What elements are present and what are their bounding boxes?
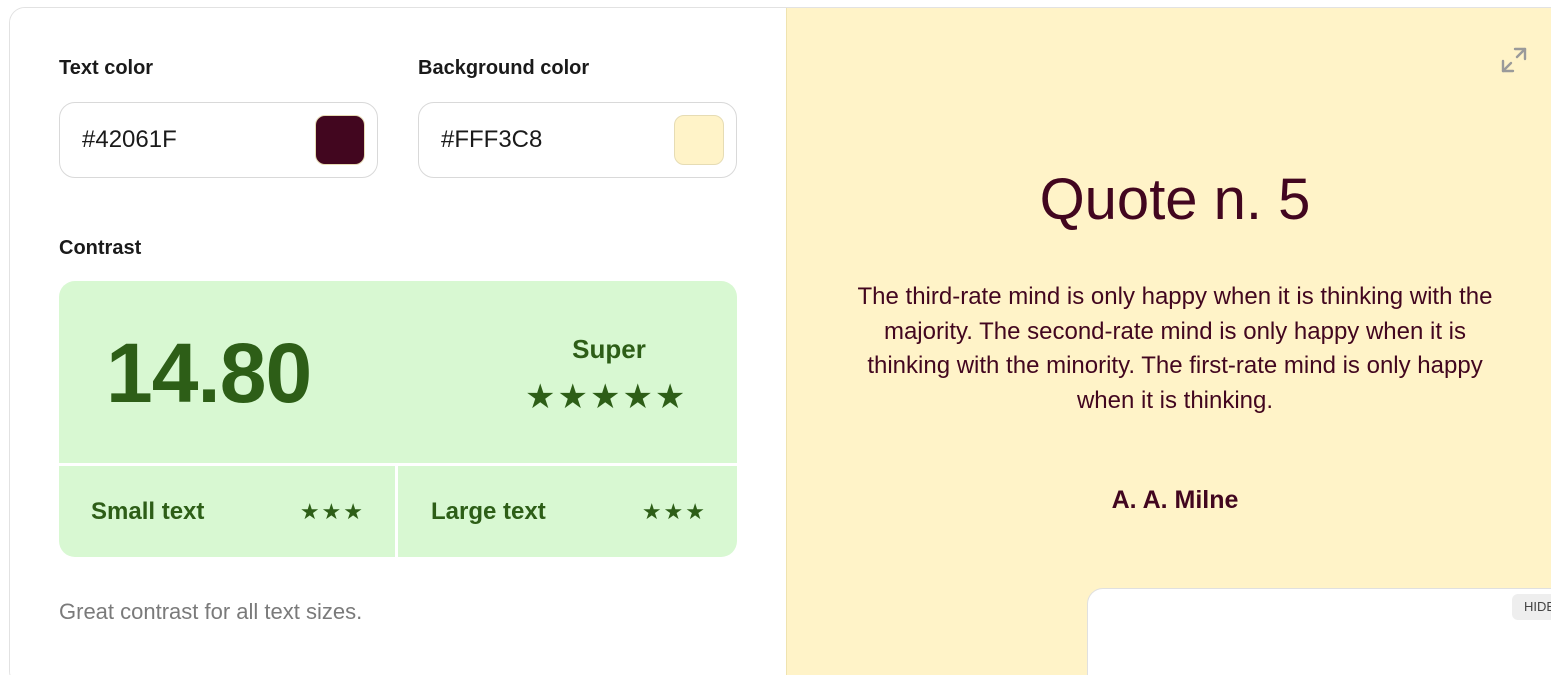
text-color-input[interactable]: #42061F — [59, 102, 378, 178]
preview-panel: Quote n. 5 The third-rate mind is only h… — [786, 8, 1551, 675]
small-text-rating: Small text ★★★ — [59, 466, 395, 557]
contrast-note: Great contrast for all text sizes. — [59, 599, 363, 624]
large-text-label: Large text — [431, 497, 546, 525]
large-text-stars: ★★★ — [641, 498, 707, 524]
controls-panel: Text color #42061F Background color #FFF… — [10, 8, 786, 675]
small-text-label: Small text — [91, 497, 205, 525]
contrast-result-box: 14.80 Super ★★★★★ Small text ★★★ Large t… — [59, 281, 737, 557]
contrast-rating-label: Super — [572, 334, 646, 364]
text-color-label: Text color — [59, 57, 154, 79]
background-color-label: Background color — [418, 57, 590, 79]
hide-button[interactable]: HIDE — [1512, 594, 1551, 620]
quote-title: Quote n. 5 — [1039, 167, 1311, 232]
bottom-panel — [1087, 588, 1551, 675]
contrast-ratio: 14.80 — [106, 326, 312, 420]
text-color-swatch[interactable] — [315, 115, 365, 165]
expand-icon[interactable] — [1497, 43, 1531, 77]
background-color-value[interactable]: #FFF3C8 — [441, 126, 542, 154]
quote-text: The third-rate mind is only happy when i… — [857, 283, 1493, 414]
background-color-swatch[interactable] — [674, 115, 724, 165]
text-color-value[interactable]: #42061F — [82, 126, 177, 154]
small-text-stars: ★★★ — [299, 498, 365, 524]
contrast-label: Contrast — [59, 237, 142, 259]
contrast-checker-card: Text color #42061F Background color #FFF… — [9, 7, 1551, 675]
contrast-rating-stars: ★★★★★ — [525, 378, 688, 416]
large-text-rating: Large text ★★★ — [398, 466, 737, 557]
quote-author: A. A. Milne — [1111, 486, 1239, 514]
contrast-summary: 14.80 Super ★★★★★ — [59, 281, 737, 463]
background-color-input[interactable]: #FFF3C8 — [418, 102, 737, 178]
